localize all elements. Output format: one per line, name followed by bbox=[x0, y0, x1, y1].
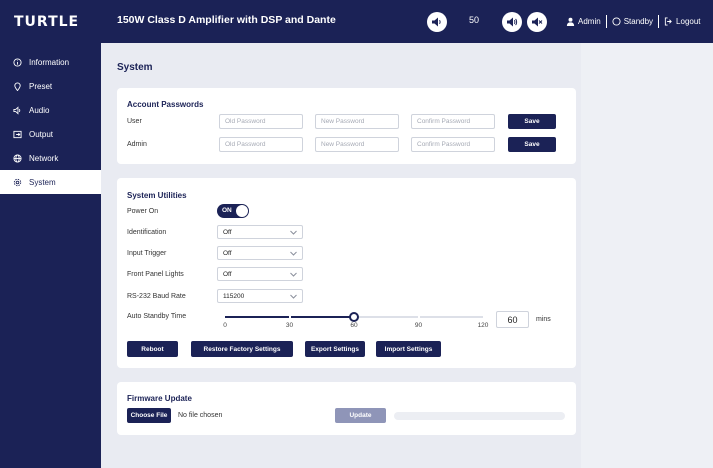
input-trigger-label: Input Trigger bbox=[127, 250, 167, 257]
logo: TURTLE bbox=[14, 13, 80, 30]
system-utilities-card: System Utilities Power On ON Identificat… bbox=[117, 178, 576, 368]
volume-value: 50 bbox=[469, 15, 480, 25]
toggle-knob bbox=[236, 205, 248, 217]
sidebar-item-label: System bbox=[29, 177, 56, 187]
slider-tick-label: 0 bbox=[223, 322, 227, 329]
product-title: 150W Class D Amplifier with DSP and Dant… bbox=[117, 14, 336, 26]
select-value: Off bbox=[223, 270, 232, 278]
admin-save-button[interactable]: Save bbox=[508, 137, 556, 152]
sidebar-item-information[interactable]: Information bbox=[0, 50, 101, 74]
baud-rate-label: RS-232 Baud Rate bbox=[127, 293, 186, 300]
sidebar-item-preset[interactable]: Preset bbox=[0, 74, 101, 98]
admin-new-password-input[interactable] bbox=[315, 137, 399, 152]
toggle-state: ON bbox=[222, 207, 232, 214]
slider-tick-label: 120 bbox=[477, 322, 489, 329]
location-pin-icon bbox=[14, 82, 21, 91]
divider bbox=[658, 15, 660, 28]
power-on-toggle[interactable]: ON bbox=[217, 204, 249, 218]
identification-label: Identification bbox=[127, 229, 167, 236]
user-confirm-password-input[interactable] bbox=[411, 114, 495, 129]
user-old-password-input[interactable] bbox=[219, 114, 303, 129]
auto-standby-unit: mins bbox=[536, 316, 551, 323]
admin-old-password-input[interactable] bbox=[219, 137, 303, 152]
front-panel-lights-select[interactable]: Off bbox=[217, 267, 303, 281]
sidebar-item-output[interactable]: Output bbox=[0, 122, 101, 146]
user-save-button[interactable]: Save bbox=[508, 114, 556, 129]
import-settings-button[interactable]: Import Settings bbox=[376, 341, 441, 357]
input-trigger-select[interactable]: Off bbox=[217, 246, 303, 260]
select-value: Off bbox=[223, 249, 232, 257]
slider-tick-mark bbox=[288, 316, 291, 318]
user-row-label: User bbox=[127, 118, 142, 125]
chevron-down-icon bbox=[290, 272, 297, 277]
slider-tick-mark bbox=[353, 316, 355, 318]
front-panel-lights-label: Front Panel Lights bbox=[127, 271, 184, 278]
gear-icon bbox=[13, 178, 22, 186]
slider-tick-mark bbox=[417, 316, 420, 318]
admin-confirm-password-input[interactable] bbox=[411, 137, 495, 152]
logout-button[interactable]: Logout bbox=[676, 17, 700, 26]
divider bbox=[605, 15, 607, 28]
account-passwords-card: Account Passwords User Save Admin Save bbox=[117, 88, 576, 164]
sidebar-item-label: Audio bbox=[29, 105, 50, 115]
section-title: System Utilities bbox=[127, 191, 187, 200]
slider-tick-label: 30 bbox=[285, 322, 294, 329]
chevron-down-icon bbox=[290, 294, 297, 299]
file-status: No file chosen bbox=[178, 412, 223, 419]
volume-up-icon[interactable] bbox=[502, 12, 522, 32]
top-bar: TURTLE 150W Class D Amplifier with DSP a… bbox=[0, 0, 713, 43]
sidebar-item-label: Information bbox=[29, 57, 70, 67]
power-on-label: Power On bbox=[127, 208, 159, 215]
choose-file-button[interactable]: Choose File bbox=[127, 408, 171, 423]
logout-icon bbox=[664, 17, 672, 26]
chevron-down-icon bbox=[290, 230, 297, 235]
firmware-update-card: Firmware Update Choose File No file chos… bbox=[117, 382, 576, 435]
admin-row-label: Admin bbox=[127, 141, 147, 148]
auto-standby-slider[interactable] bbox=[225, 312, 483, 322]
power-icon bbox=[612, 17, 621, 26]
standby-button[interactable]: Standby bbox=[624, 17, 653, 26]
select-value: Off bbox=[223, 228, 232, 236]
sidebar-item-label: Preset bbox=[29, 81, 53, 91]
identification-select[interactable]: Off bbox=[217, 225, 303, 239]
sidebar-item-label: Network bbox=[29, 153, 59, 163]
user-new-password-input[interactable] bbox=[315, 114, 399, 129]
auto-standby-label: Auto Standby Time bbox=[127, 313, 187, 320]
slider-tick-label: 60 bbox=[350, 322, 358, 329]
export-settings-button[interactable]: Export Settings bbox=[305, 341, 365, 357]
section-title: Firmware Update bbox=[127, 394, 192, 403]
page-title: System bbox=[117, 62, 153, 73]
restore-factory-settings-button[interactable]: Restore Factory Settings bbox=[191, 341, 293, 357]
update-button[interactable]: Update bbox=[335, 408, 386, 423]
auto-standby-input[interactable]: 60 bbox=[496, 311, 529, 328]
info-icon bbox=[13, 57, 22, 67]
sidebar: Information Preset Audio Output Network … bbox=[0, 43, 101, 468]
output-icon bbox=[13, 130, 22, 138]
header-user-area: Admin Standby Logout bbox=[566, 15, 701, 28]
globe-icon bbox=[13, 153, 22, 163]
chevron-down-icon bbox=[290, 251, 297, 256]
sidebar-item-audio[interactable]: Audio bbox=[0, 98, 101, 122]
user-icon bbox=[566, 17, 575, 26]
volume-icon[interactable] bbox=[427, 12, 447, 32]
sidebar-item-network[interactable]: Network bbox=[0, 146, 101, 170]
select-value: 115200 bbox=[223, 292, 245, 300]
sidebar-item-system[interactable]: System bbox=[0, 170, 101, 194]
sidebar-item-label: Output bbox=[29, 129, 54, 139]
mute-icon[interactable] bbox=[527, 12, 547, 32]
reboot-button[interactable]: Reboot bbox=[127, 341, 178, 357]
section-title: Account Passwords bbox=[127, 100, 204, 109]
speaker-icon bbox=[13, 105, 21, 115]
slider-tick-label: 90 bbox=[414, 322, 423, 329]
baud-rate-select[interactable]: 115200 bbox=[217, 289, 303, 303]
firmware-progress-bar bbox=[394, 412, 565, 420]
user-label[interactable]: Admin bbox=[578, 17, 601, 26]
